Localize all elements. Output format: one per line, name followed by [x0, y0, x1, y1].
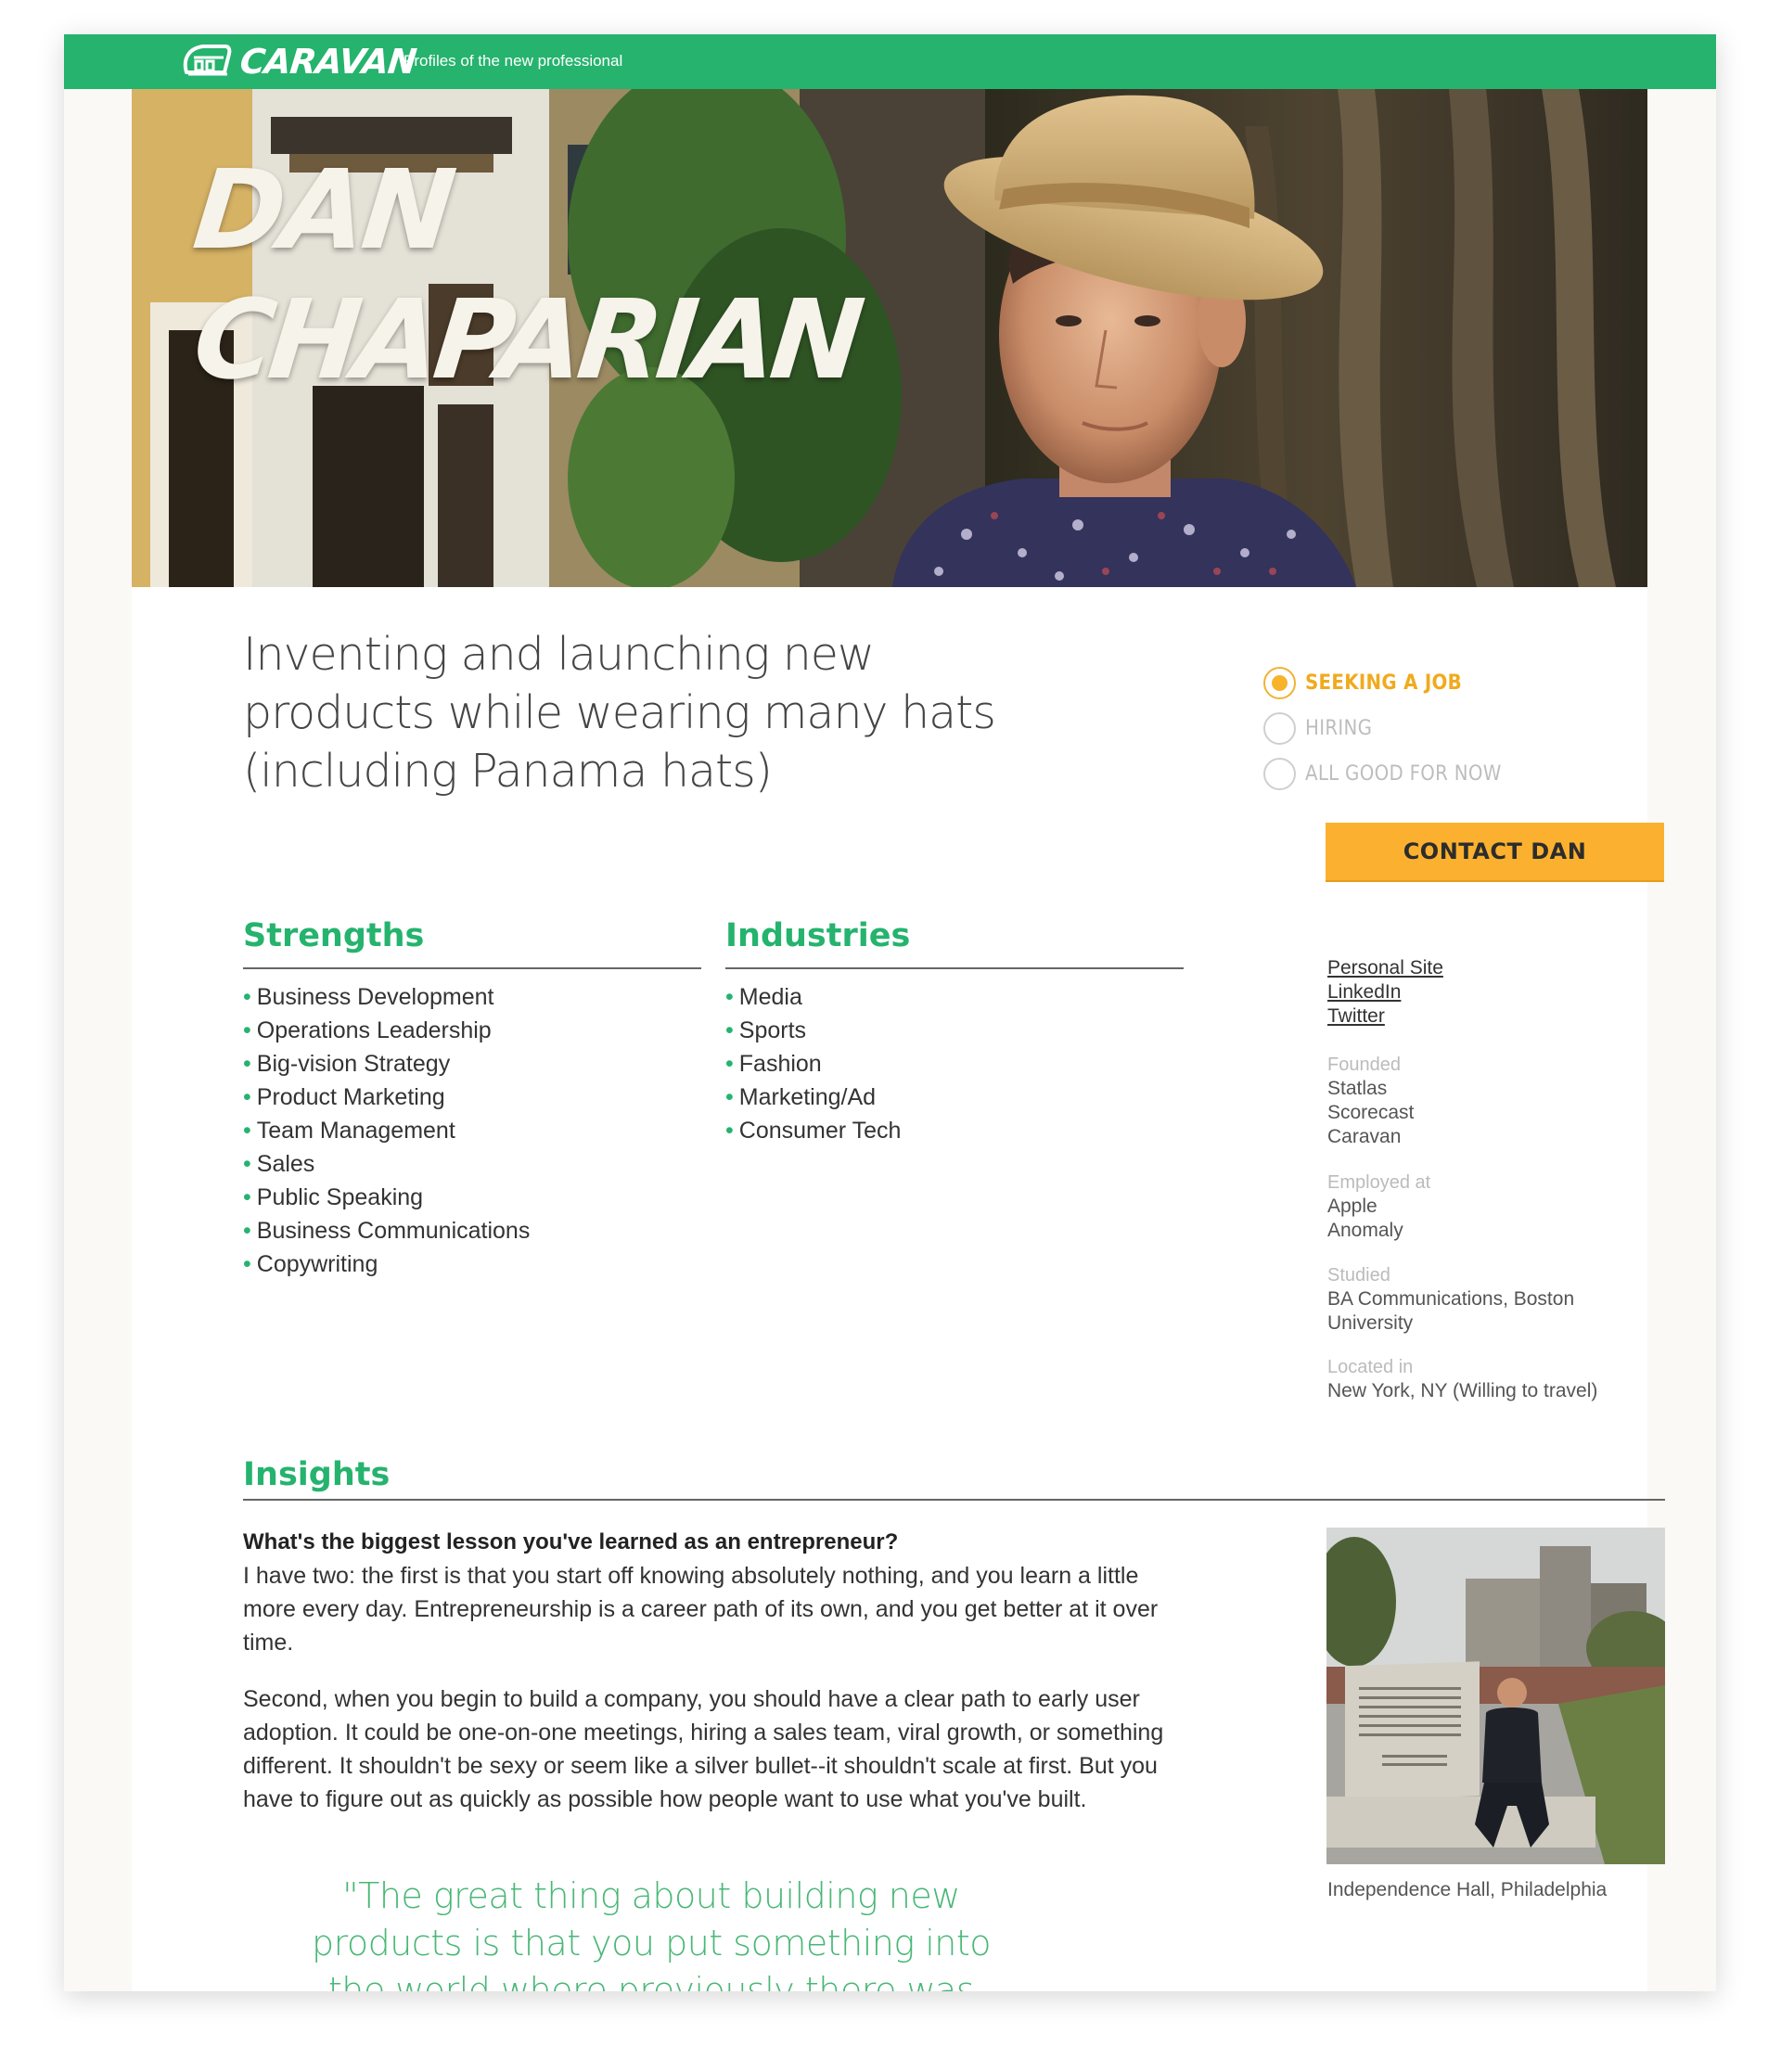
top-bar: CARAVAN Profiles of the new professional: [64, 34, 1716, 89]
founded-value: Statlas: [1327, 1078, 1388, 1099]
list-item: Media: [725, 980, 901, 1014]
insight-question: What's the biggest lesson you've learned…: [243, 1529, 899, 1554]
profile-headline: Inventing and launching new products whi…: [243, 628, 996, 798]
pull-quote: "The great thing about building new prod…: [311, 1875, 992, 1991]
employed-block: Employed at Apple Anomaly: [1327, 1170, 1643, 1243]
list-item: Big-vision Strategy: [243, 1047, 530, 1081]
list-item: Business Development: [243, 980, 530, 1014]
list-item: Sports: [725, 1014, 901, 1047]
status-option-all-good[interactable]: ALL GOOD FOR NOW: [1263, 751, 1502, 797]
linkedin-link[interactable]: LinkedIn: [1327, 980, 1443, 1004]
list-item: Sales: [243, 1147, 530, 1181]
list-item: Fashion: [725, 1047, 901, 1081]
contact-button[interactable]: CONTACT DAN: [1326, 823, 1664, 880]
located-value: New York, NY (Willing to travel): [1327, 1380, 1598, 1401]
insight-paragraph: Second, when you begin to build a compan…: [243, 1686, 1164, 1812]
employed-value: Apple: [1327, 1196, 1377, 1217]
located-label: Located in: [1327, 1357, 1414, 1377]
located-block: Located in New York, NY (Willing to trav…: [1327, 1355, 1643, 1403]
strengths-title: Strengths: [243, 917, 425, 954]
first-name: DAN: [187, 146, 458, 274]
list-item: Team Management: [243, 1114, 530, 1147]
list-item: Consumer Tech: [725, 1114, 902, 1147]
status-option-hiring[interactable]: HIRING: [1263, 706, 1502, 751]
employed-label: Employed at: [1327, 1172, 1431, 1193]
studied-block: Studied BA Communications, Boston Univer…: [1327, 1263, 1606, 1336]
list-item: Product Marketing: [243, 1081, 530, 1114]
studied-value: BA Communications, Boston University: [1327, 1288, 1575, 1334]
last-name: CHAPARIAN: [187, 275, 865, 403]
caravan-logo-icon: [183, 45, 232, 76]
hero-banner: DAN CHAPARIAN: [132, 89, 1647, 587]
radio-selected-icon[interactable]: [1263, 667, 1296, 699]
status-label: HIRING: [1305, 717, 1373, 740]
status-label: SEEKING A JOB: [1305, 671, 1463, 695]
twitter-link[interactable]: Twitter: [1327, 1004, 1443, 1029]
founded-label: Founded: [1327, 1055, 1401, 1075]
status-option-seeking-job[interactable]: SEEKING A JOB: [1263, 660, 1502, 706]
employed-value: Anomaly: [1327, 1220, 1403, 1241]
industries-divider: [725, 967, 1184, 969]
list-item: Copywriting: [243, 1247, 530, 1281]
founded-value: Scorecast: [1327, 1102, 1415, 1123]
list-item: Business Communications: [243, 1214, 531, 1247]
strengths-divider: [243, 967, 701, 969]
profile-links: Personal Site LinkedIn Twitter: [1327, 956, 1443, 1029]
caravan-logo[interactable]: CARAVAN: [179, 38, 418, 84]
studied-label: Studied: [1327, 1265, 1390, 1285]
list-item: Public Speaking: [243, 1181, 530, 1214]
radio-icon[interactable]: [1263, 712, 1296, 745]
tagline: Profiles of the new professional: [404, 52, 623, 70]
industries-list: Media Sports Fashion Marketing/Ad Consum…: [725, 980, 902, 1147]
page-frame: CARAVAN Profiles of the new professional: [64, 34, 1716, 1991]
status-label: ALL GOOD FOR NOW: [1305, 762, 1502, 786]
strengths-list: Business Development Operations Leadersh…: [243, 980, 531, 1281]
photo-caption: Independence Hall, Philadelphia: [1327, 1879, 1608, 1900]
list-item: Operations Leadership: [243, 1014, 530, 1047]
list-item: Marketing/Ad: [725, 1081, 901, 1114]
profile-page: DAN CHAPARIAN Inventing and launching ne…: [132, 89, 1665, 1991]
founded-block: Founded Statlas Scorecast Caravan: [1327, 1053, 1643, 1149]
insight-photo: [1326, 1528, 1665, 1864]
insights-divider: [243, 1499, 1665, 1501]
insight-paragraph: I have two: the first is that you start …: [243, 1563, 1159, 1656]
status-options: SEEKING A JOB HIRING ALL GOOD FOR NOW: [1263, 660, 1502, 797]
industries-title: Industries: [725, 917, 911, 954]
profile-name: DAN CHAPARIAN: [188, 145, 865, 404]
radio-icon[interactable]: [1263, 758, 1296, 790]
founded-value: Caravan: [1327, 1126, 1402, 1147]
independence-hall-photo: [1326, 1528, 1665, 1864]
personal-site-link[interactable]: Personal Site: [1327, 956, 1443, 980]
insights-title: Insights: [243, 1456, 391, 1493]
logo-wordmark: CARAVAN: [237, 41, 418, 82]
